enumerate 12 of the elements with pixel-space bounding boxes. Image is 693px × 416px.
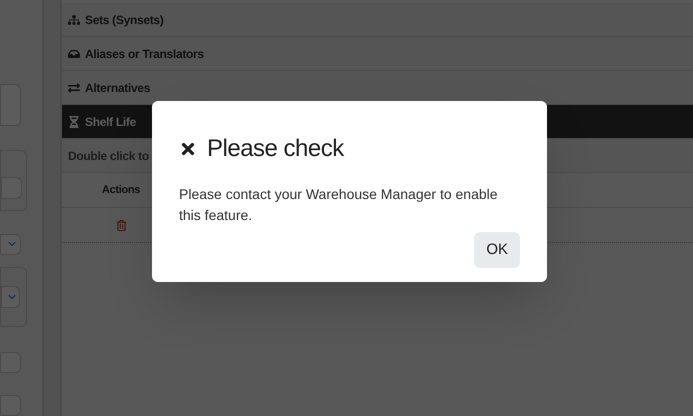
close-icon [179,140,197,158]
dialog-message: Please contact your Warehouse Manager to enable this feature. [179,185,499,225]
tray-icon [68,48,80,60]
dialog-title: Please check [207,134,344,164]
column-header: Actions [100,182,142,198]
ok-button[interactable]: OK [474,232,520,268]
hourglass-icon [68,116,80,128]
select-field[interactable] [0,234,21,255]
delete-icon[interactable] [116,220,126,230]
select-field[interactable] [1,286,20,308]
swap-arrows-icon [68,82,80,94]
hierarchy-icon [68,14,80,26]
